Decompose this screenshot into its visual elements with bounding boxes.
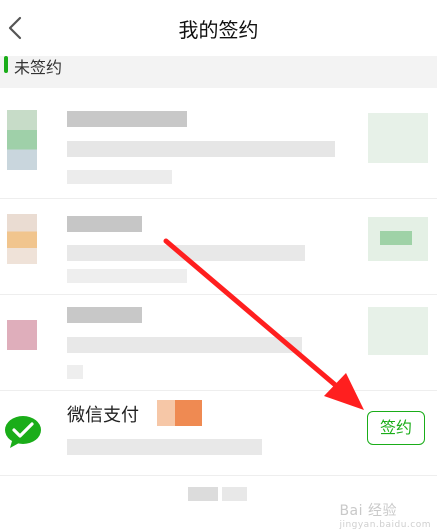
blurred-icon (7, 110, 37, 170)
blurred-text (67, 365, 83, 379)
blurred-button (368, 307, 428, 355)
blurred-text (67, 245, 305, 261)
watermark-logo: Bai 经验 (339, 503, 397, 519)
list-item[interactable] (0, 295, 437, 390)
list-item-wechat-pay[interactable]: 微信支付 签约 (0, 391, 437, 475)
blurred-text (67, 141, 335, 157)
section-header-unsigned: 未签约 (0, 56, 437, 88)
sign-button[interactable]: 签约 (367, 411, 425, 445)
blurred-button (368, 113, 428, 163)
wechat-pay-icon (5, 416, 41, 448)
watermark: Bai 经验 jingyan.baidu.com (339, 500, 431, 530)
blurred-button-text (380, 231, 412, 245)
blurred-footer-text (222, 487, 247, 501)
section-accent-bar (4, 56, 8, 73)
watermark-url: jingyan.baidu.com (339, 520, 431, 530)
blurred-text (67, 307, 142, 323)
blurred-text (67, 337, 302, 353)
blurred-icon (7, 320, 37, 350)
page-title: 我的签约 (178, 18, 259, 42)
divider (0, 475, 437, 476)
blurred-text (67, 439, 262, 455)
blurred-text (67, 170, 172, 184)
blurred-badge (157, 400, 202, 426)
top-nav-bar: 我的签约 (0, 0, 437, 56)
blurred-icon (7, 214, 37, 264)
list-item[interactable] (0, 199, 437, 294)
blurred-footer-text (188, 487, 218, 501)
section-title: 未签约 (14, 58, 63, 77)
blurred-text (67, 269, 187, 283)
blurred-text (67, 216, 142, 232)
blurred-text (67, 111, 187, 127)
list-item[interactable] (0, 88, 437, 198)
wechat-pay-name: 微信支付 (67, 405, 139, 426)
